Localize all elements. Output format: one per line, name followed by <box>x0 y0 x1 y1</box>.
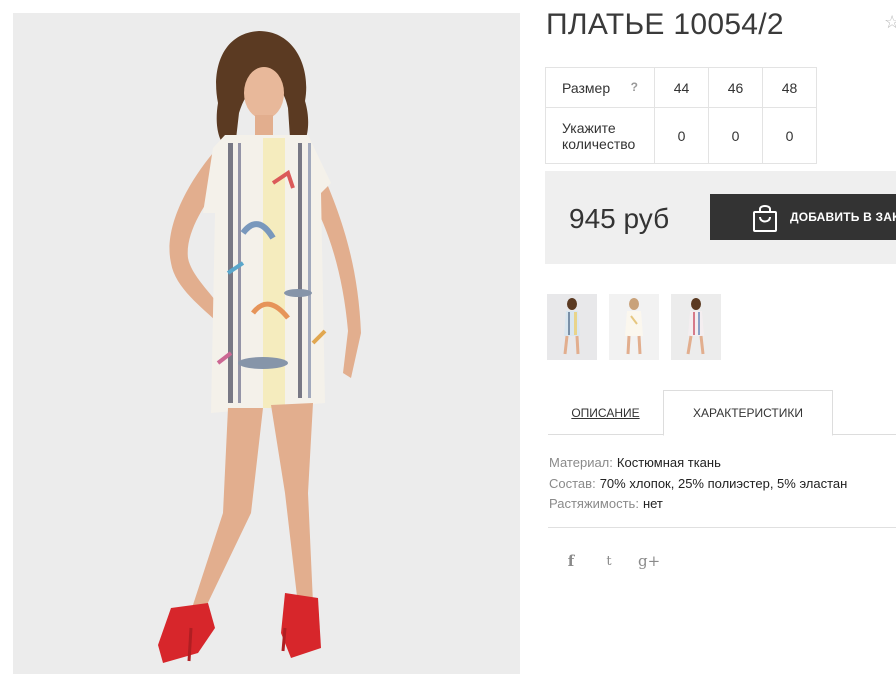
characteristic-value: нет <box>642 496 663 511</box>
characteristic-key: Материал: <box>549 455 613 470</box>
tab-characteristics[interactable]: ХАРАКТЕРИСТИКИ <box>663 390 833 436</box>
thumbnail-1[interactable] <box>547 294 597 360</box>
size-label-cell: Размер ? <box>545 67 655 108</box>
facebook-icon[interactable]: f <box>562 552 580 570</box>
thumbnail-list <box>547 294 721 360</box>
add-to-order-label: ДОБАВИТЬ В ЗАКАЗ <box>790 210 896 224</box>
size-label: Размер <box>562 79 611 96</box>
characteristic-row: Материал: Костюмная ткань <box>549 453 847 474</box>
characteristic-row: Состав: 70% хлопок, 25% полиэстер, 5% эла… <box>549 474 847 495</box>
googleplus-icon[interactable]: g+ <box>638 552 660 570</box>
divider <box>548 527 896 528</box>
quantity-label-line1: Укажите <box>562 119 616 136</box>
characteristic-key: Растяжимость: <box>549 496 639 511</box>
product-tabs: ОПИСАНИЕ ХАРАКТЕРИСТИКИ <box>548 390 896 436</box>
price-box: 945 руб ДОБАВИТЬ В ЗАКАЗ <box>545 171 896 264</box>
size-44[interactable]: 44 <box>654 67 709 108</box>
social-share: f t g+ <box>562 552 660 570</box>
characteristics-list: Материал: Костюмная ткань Состав: 70% хлоп… <box>549 453 847 515</box>
thumbnail-3[interactable] <box>671 294 721 360</box>
product-title: ПЛАТЬЕ 10054/2 <box>546 8 784 41</box>
quantity-input-44[interactable]: 0 <box>654 107 709 164</box>
add-to-order-button[interactable]: ДОБАВИТЬ В ЗАКАЗ <box>710 194 896 240</box>
quantity-label-cell: Укажите количество <box>545 107 655 164</box>
tab-description[interactable]: ОПИСАНИЕ <box>548 390 663 435</box>
twitter-icon[interactable]: t <box>600 554 618 569</box>
product-main-image[interactable] <box>13 13 520 674</box>
shopping-bag-icon <box>753 205 777 232</box>
size-table: Размер ? 44 46 48 Укажите количество 0 0… <box>545 67 817 164</box>
quantity-label-line2: количество <box>562 135 636 152</box>
size-48[interactable]: 48 <box>762 67 817 108</box>
thumbnail-2[interactable] <box>609 294 659 360</box>
characteristic-row: Растяжимость: нет <box>549 494 847 515</box>
size-46[interactable]: 46 <box>708 67 763 108</box>
size-row: Размер ? 44 46 48 <box>545 67 817 108</box>
quantity-input-48[interactable]: 0 <box>762 107 817 164</box>
quantity-row: Укажите количество 0 0 0 <box>545 107 817 164</box>
help-icon[interactable]: ? <box>631 80 638 94</box>
price: 945 руб <box>569 203 670 234</box>
quantity-input-46[interactable]: 0 <box>708 107 763 164</box>
star-icon[interactable]: ☆ <box>884 12 896 33</box>
characteristic-key: Состав: <box>549 475 596 491</box>
characteristic-value: 70% хлопок, 25% полиэстер, 5% эластан <box>599 475 848 491</box>
characteristic-value: Костюмная ткань <box>616 455 721 470</box>
